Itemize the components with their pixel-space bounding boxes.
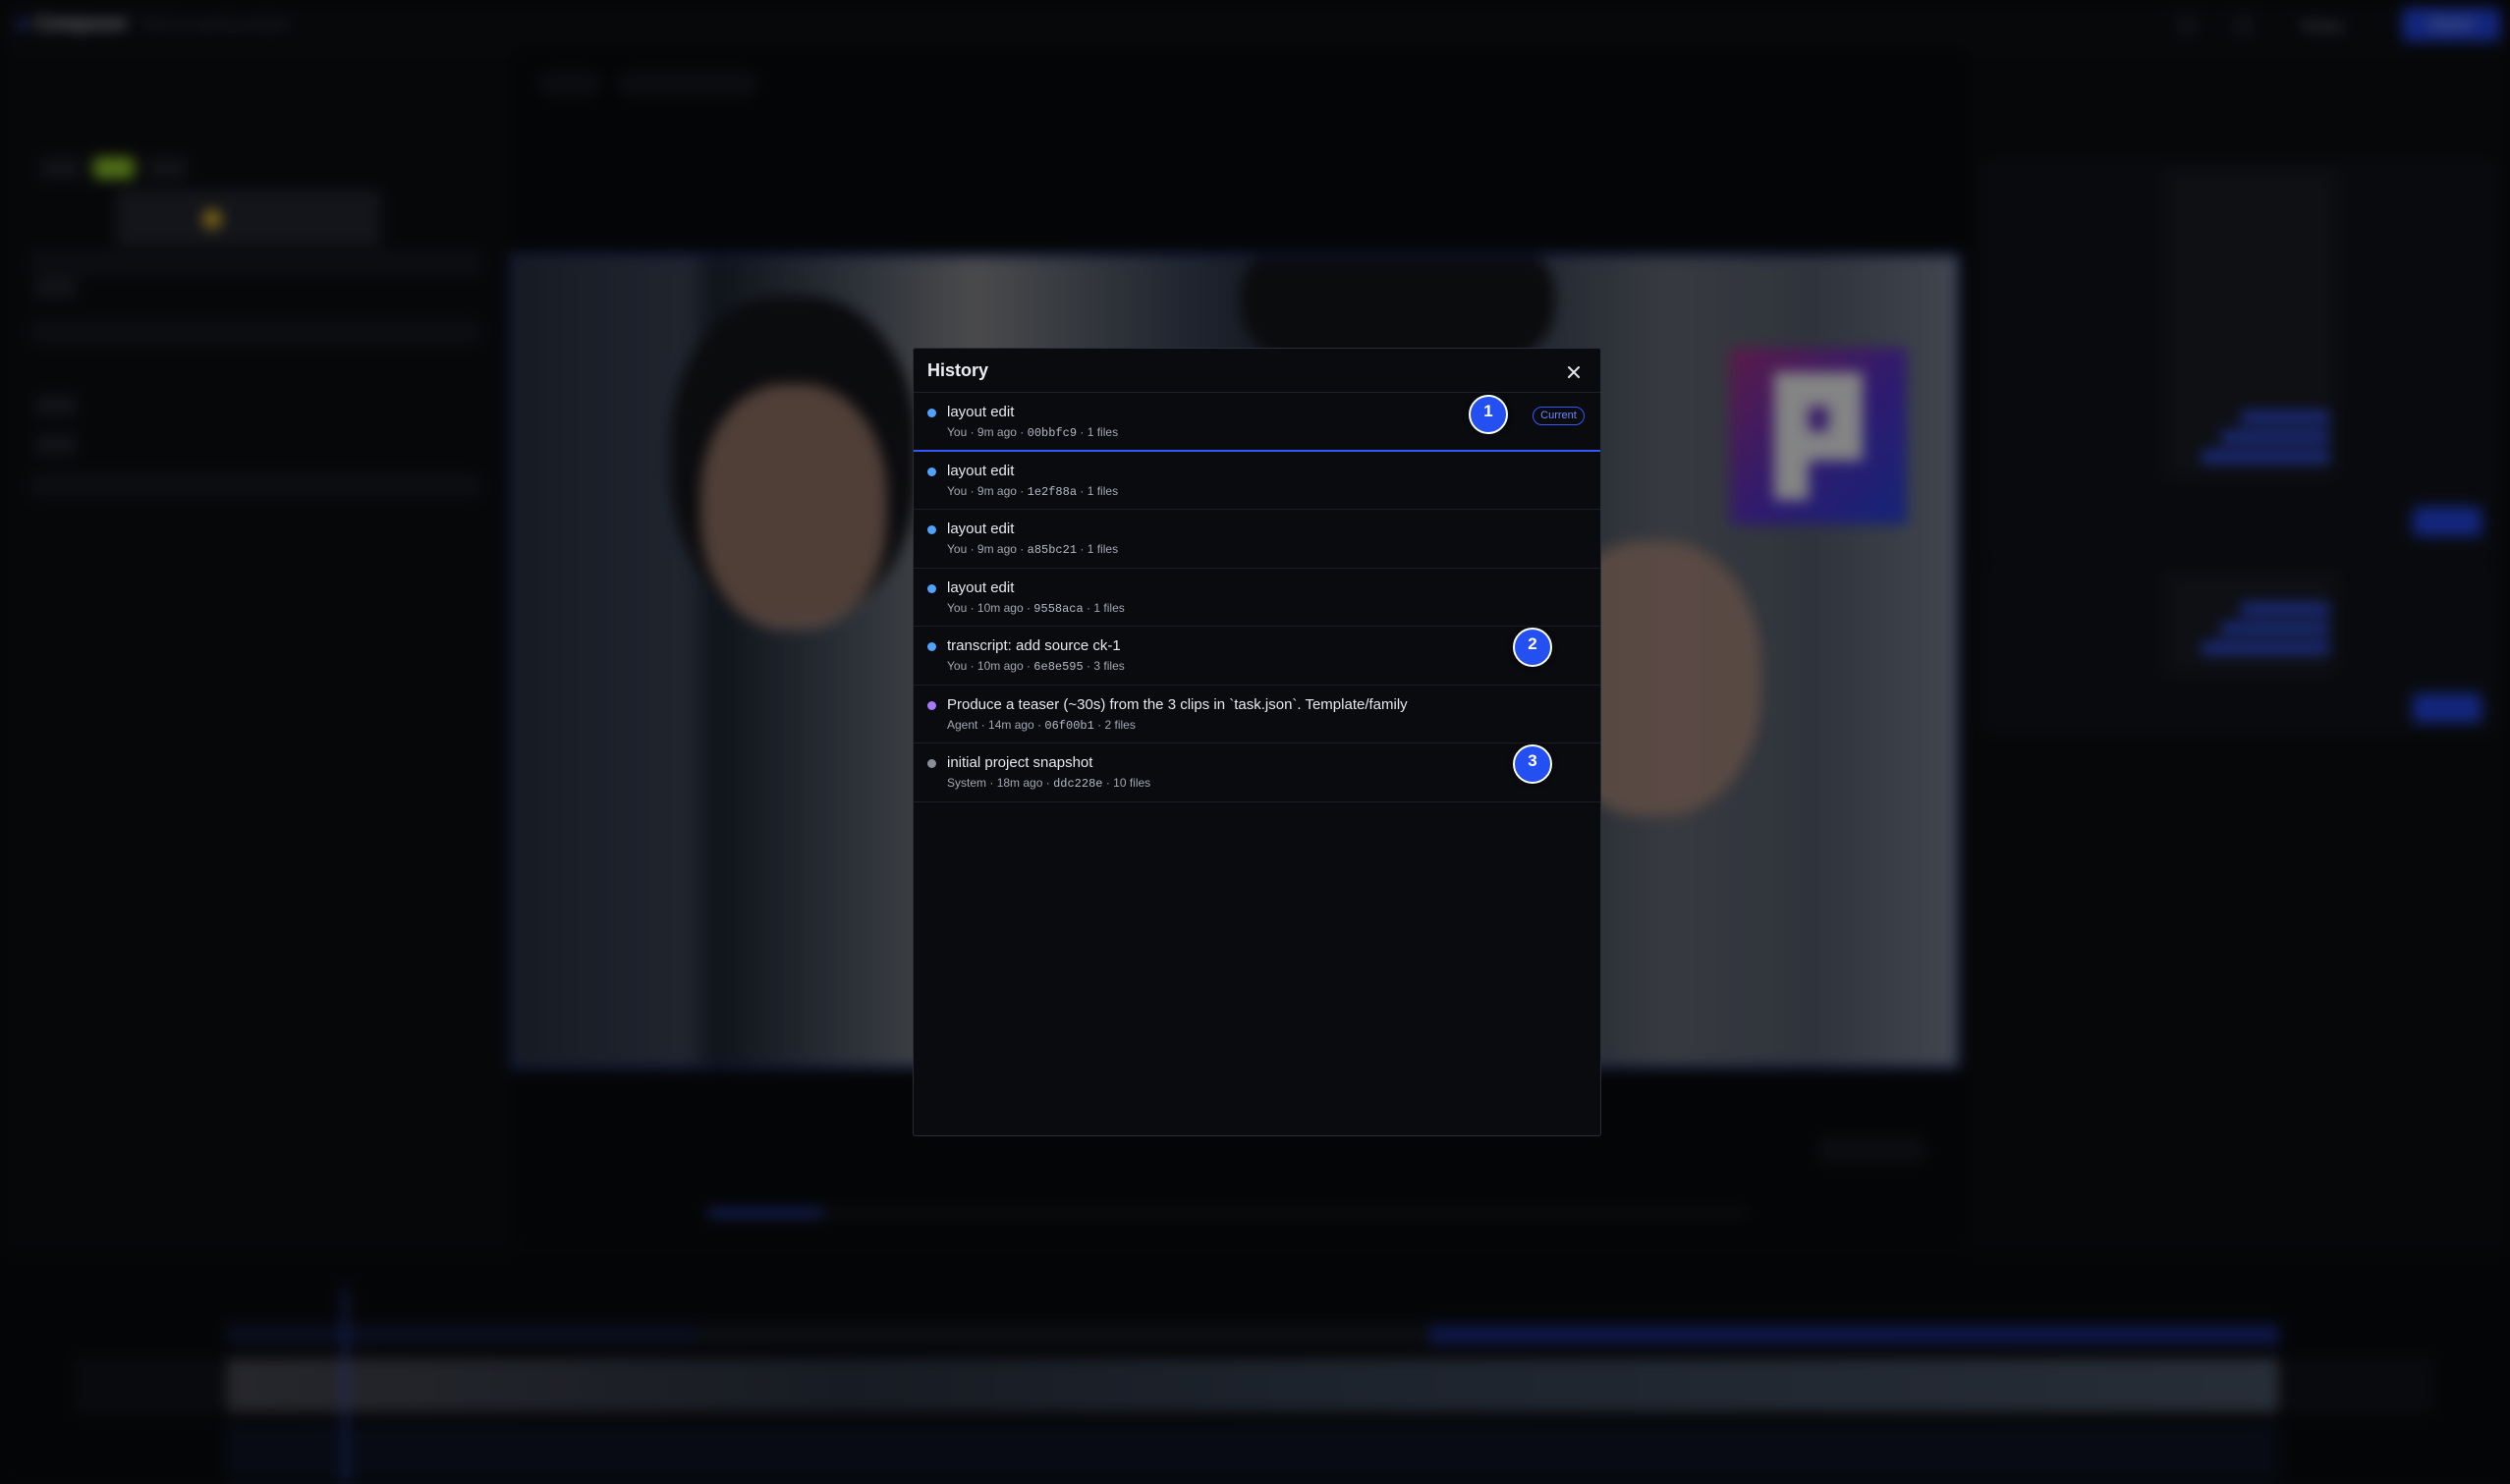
system-dot-icon — [927, 759, 936, 768]
close-icon — [1568, 366, 1580, 378]
entry-title: Produce a teaser (~30s) from the 3 clips… — [947, 695, 1408, 713]
history-entry[interactable]: Produce a teaser (~30s) from the 3 clips… — [914, 686, 1600, 743]
commit-hash: 1e2f88a — [1027, 484, 1078, 499]
history-entry[interactable]: layout edit You · 9m ago · a85bc21 · 1 f… — [914, 510, 1600, 569]
user-dot-icon — [927, 409, 936, 417]
entry-title: layout edit — [947, 521, 1015, 537]
modal-header: History — [914, 349, 1600, 393]
history-entry[interactable]: initial project snapshot System · 18m ag… — [914, 743, 1600, 802]
entry-meta: You · 9m ago · a85bc21 · 1 files — [947, 542, 1119, 557]
user-dot-icon — [927, 642, 936, 651]
entry-title: layout edit — [947, 578, 1015, 596]
modal-title: History — [927, 360, 989, 380]
commit-hash: 6e8e595 — [1033, 660, 1084, 674]
entry-meta: You · 9m ago · 1e2f88a · 1 files — [947, 483, 1119, 499]
current-badge: Current — [1533, 407, 1585, 425]
history-entry[interactable]: layout edit You · 10m ago · 9558aca · 1 … — [914, 569, 1600, 627]
commit-hash: 9558aca — [1033, 601, 1084, 616]
agent-dot-icon — [927, 700, 936, 710]
history-modal: History layout edit You · 9m ago · 00bbf… — [913, 348, 1601, 1136]
entry-meta: Agent · 14m ago · 06f00b1 · 2 files — [947, 717, 1136, 733]
user-dot-icon — [927, 583, 936, 593]
entry-meta: System · 18m ago · ddc228e · 10 files — [947, 776, 1151, 791]
user-dot-icon — [927, 467, 936, 476]
commit-hash: a85bc21 — [1027, 543, 1078, 557]
history-entry[interactable]: layout edit You · 9m ago · 1e2f88a · 1 f… — [914, 452, 1600, 510]
commit-hash: 00bbfc9 — [1027, 426, 1078, 440]
marker-3: 3 — [1513, 744, 1552, 784]
history-entry[interactable]: transcript: add source ck-1 You · 10m ag… — [914, 627, 1600, 686]
entry-title: layout edit — [947, 462, 1015, 479]
user-dot-icon — [927, 525, 936, 534]
entry-meta: You · 10m ago · 9558aca · 1 files — [947, 600, 1125, 616]
close-button[interactable] — [1562, 360, 1586, 384]
entry-meta: You · 9m ago · 00bbfc9 · 1 files — [947, 425, 1119, 440]
history-list: layout edit You · 9m ago · 00bbfc9 · 1 f… — [914, 393, 1600, 802]
commit-hash: 06f00b1 — [1044, 718, 1094, 733]
commit-hash: ddc228e — [1053, 777, 1103, 791]
entry-title: transcript: add source ck-1 — [947, 637, 1121, 654]
entry-title: layout edit — [947, 404, 1015, 420]
entry-meta: You · 10m ago · 6e8e595 · 3 files — [947, 659, 1125, 674]
marker-2: 2 — [1513, 628, 1552, 667]
entry-title: initial project snapshot — [947, 754, 1093, 771]
marker-1: 1 — [1469, 395, 1508, 434]
